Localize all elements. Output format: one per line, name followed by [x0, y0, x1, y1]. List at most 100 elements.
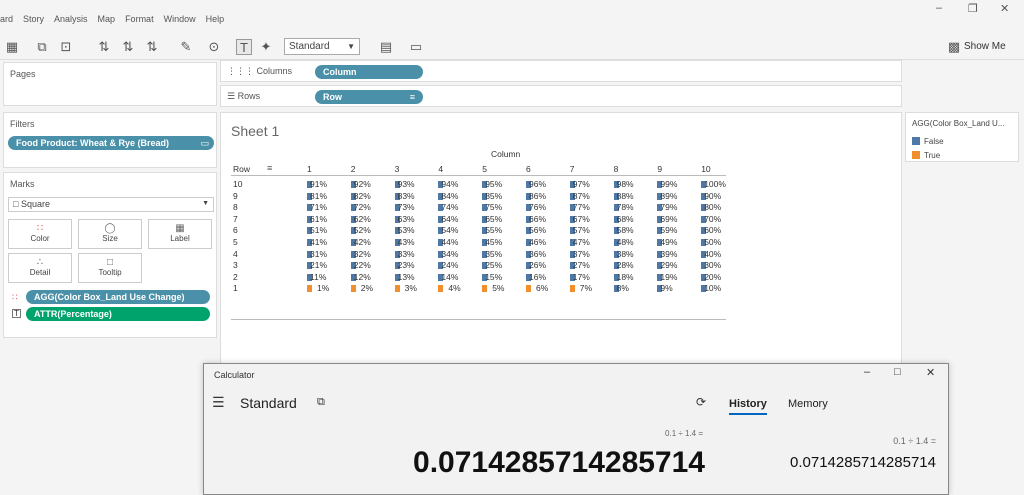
row-label[interactable]: 8 [233, 202, 238, 213]
column-label[interactable]: 3 [395, 164, 400, 175]
legend-item-true[interactable]: True [912, 151, 940, 160]
cell-label: 23% [397, 260, 415, 271]
row-label[interactable]: 10 [233, 179, 242, 190]
restore-icon[interactable]: ❐ [968, 2, 978, 15]
menu-item-window[interactable]: Window [164, 14, 196, 34]
columns-shelf[interactable]: ⋮⋮⋮ Columns Column [220, 60, 902, 82]
show-me-button[interactable]: Show Me [964, 41, 1006, 52]
tab-history[interactable]: History [729, 398, 767, 415]
history-icon[interactable]: ⟳ [696, 395, 706, 409]
legend-swatch-false [912, 137, 920, 145]
mark-square[interactable] [350, 285, 356, 293]
close-icon[interactable]: ✕ [926, 366, 935, 379]
cell-label: 40% [704, 248, 722, 259]
cell-label: 73% [397, 202, 415, 213]
minimize-icon[interactable]: – [864, 366, 870, 378]
menu-item-dashboard[interactable]: ard [0, 14, 13, 34]
column-pill[interactable]: Column [315, 65, 423, 79]
history-result[interactable]: 0.0714285714285714 [790, 454, 936, 471]
attach-icon[interactable]: ⊙ [206, 39, 222, 55]
row-label[interactable]: 1 [233, 283, 238, 294]
new-datasource-icon[interactable]: ▦ [4, 39, 20, 55]
legend-item-false[interactable]: False [912, 137, 944, 146]
row-label[interactable]: 5 [233, 237, 238, 248]
maximize-icon[interactable]: □ [894, 366, 901, 378]
cell-label: 51% [310, 225, 328, 236]
column-label[interactable]: 6 [526, 164, 531, 175]
color-button[interactable]: ∷ Color [8, 219, 72, 249]
row-pill[interactable]: Row ≡ [315, 90, 423, 104]
pages-shelf[interactable]: Pages [3, 62, 217, 106]
filters-shelf[interactable]: Filters Food Product: Wheat & Rye (Bread… [3, 112, 217, 168]
cell-label: 49% [660, 237, 678, 247]
column-label[interactable]: 2 [351, 164, 356, 175]
tooltip-button[interactable]: □ Tooltip [78, 253, 142, 283]
row-label[interactable]: 6 [233, 225, 238, 236]
detail-button[interactable]: ∴ Detail [8, 253, 72, 283]
mark-type-dropdown[interactable]: □ Square ▼ [8, 197, 214, 212]
row-label[interactable]: 9 [233, 191, 238, 202]
mark-square[interactable] [307, 285, 312, 293]
menu-item-analysis[interactable]: Analysis [54, 14, 88, 34]
highlight-icon[interactable]: ✎ [178, 39, 194, 55]
show-labels-icon[interactable]: T [236, 39, 252, 55]
sort-ascending-icon[interactable]: ⇅ [120, 39, 136, 55]
tab-memory[interactable]: Memory [788, 398, 828, 410]
menu-item-story[interactable]: Story [23, 14, 44, 34]
pin-icon[interactable]: ✦ [258, 39, 274, 55]
label-field-pill[interactable]: ATTR(Percentage) [26, 307, 210, 321]
column-label[interactable]: 5 [482, 164, 487, 175]
cell-label: 18% [616, 271, 634, 282]
cell-label: 24% [441, 260, 459, 271]
duplicate-sheet-icon[interactable]: ⧉ [34, 39, 50, 55]
cell-label: 34% [441, 248, 459, 259]
row-label[interactable]: 4 [233, 249, 238, 260]
column-label[interactable]: 1 [307, 164, 312, 175]
keep-on-top-icon[interactable]: ⧉ [317, 396, 325, 409]
fit-dropdown[interactable]: Standard ▼ [284, 38, 360, 55]
cell-label: 14% [441, 271, 459, 282]
cell-label: 96% [529, 179, 547, 189]
size-button[interactable]: ◯ Size [78, 219, 142, 249]
color-field-pill[interactable]: AGG(Color Box_Land Use Change) [26, 290, 210, 304]
column-label[interactable]: 8 [614, 164, 619, 175]
mark-square[interactable] [526, 285, 531, 293]
cell-label: 80% [704, 202, 722, 213]
presentation-icon[interactable]: ▤ [378, 39, 394, 55]
mark-square[interactable] [438, 285, 444, 293]
cell-label: 50% [704, 237, 722, 247]
cell-label: 92% [353, 179, 371, 189]
close-icon[interactable]: ✕ [1000, 2, 1009, 15]
square-icon: □ [13, 199, 19, 209]
row-label[interactable]: 2 [233, 272, 238, 283]
grid-divider [231, 319, 726, 320]
column-label[interactable]: 10 [701, 164, 710, 175]
filter-pill[interactable]: Food Product: Wheat & Rye (Bread) ▭ [8, 136, 214, 150]
row-label[interactable]: 7 [233, 214, 238, 225]
clear-sheet-icon[interactable]: ⊡ [58, 39, 74, 55]
cell-label: 91% [310, 179, 328, 189]
menu-item-map[interactable]: Map [98, 14, 116, 34]
menu-item-format[interactable]: Format [125, 14, 154, 34]
cell-label: 5% [492, 283, 505, 294]
cell-label: 39% [660, 248, 678, 259]
device-preview-icon[interactable]: ▭ [408, 39, 424, 55]
sort-descending-icon[interactable]: ⇅ [144, 39, 160, 55]
swap-icon[interactable]: ⇅ [96, 39, 112, 55]
rows-shelf[interactable]: ☰ Rows Row ≡ [220, 85, 902, 107]
mark-square[interactable] [482, 285, 488, 293]
column-label[interactable]: 9 [657, 164, 662, 175]
minimize-icon[interactable]: – [936, 2, 942, 14]
mark-square[interactable] [569, 285, 575, 293]
column-label[interactable]: 7 [570, 164, 575, 175]
menu-item-help[interactable]: Help [206, 14, 225, 34]
cell-label: 36% [529, 248, 547, 259]
show-me-icon[interactable]: ▩ [946, 39, 962, 55]
mark-square[interactable] [394, 285, 400, 293]
sort-icon[interactable]: ≡ [267, 163, 272, 173]
cell-label: 21% [310, 260, 328, 271]
menu-icon[interactable]: ☰ [212, 394, 225, 411]
row-label[interactable]: 3 [233, 260, 238, 271]
label-button[interactable]: ▦ Label [148, 219, 212, 249]
column-label[interactable]: 4 [438, 164, 443, 175]
